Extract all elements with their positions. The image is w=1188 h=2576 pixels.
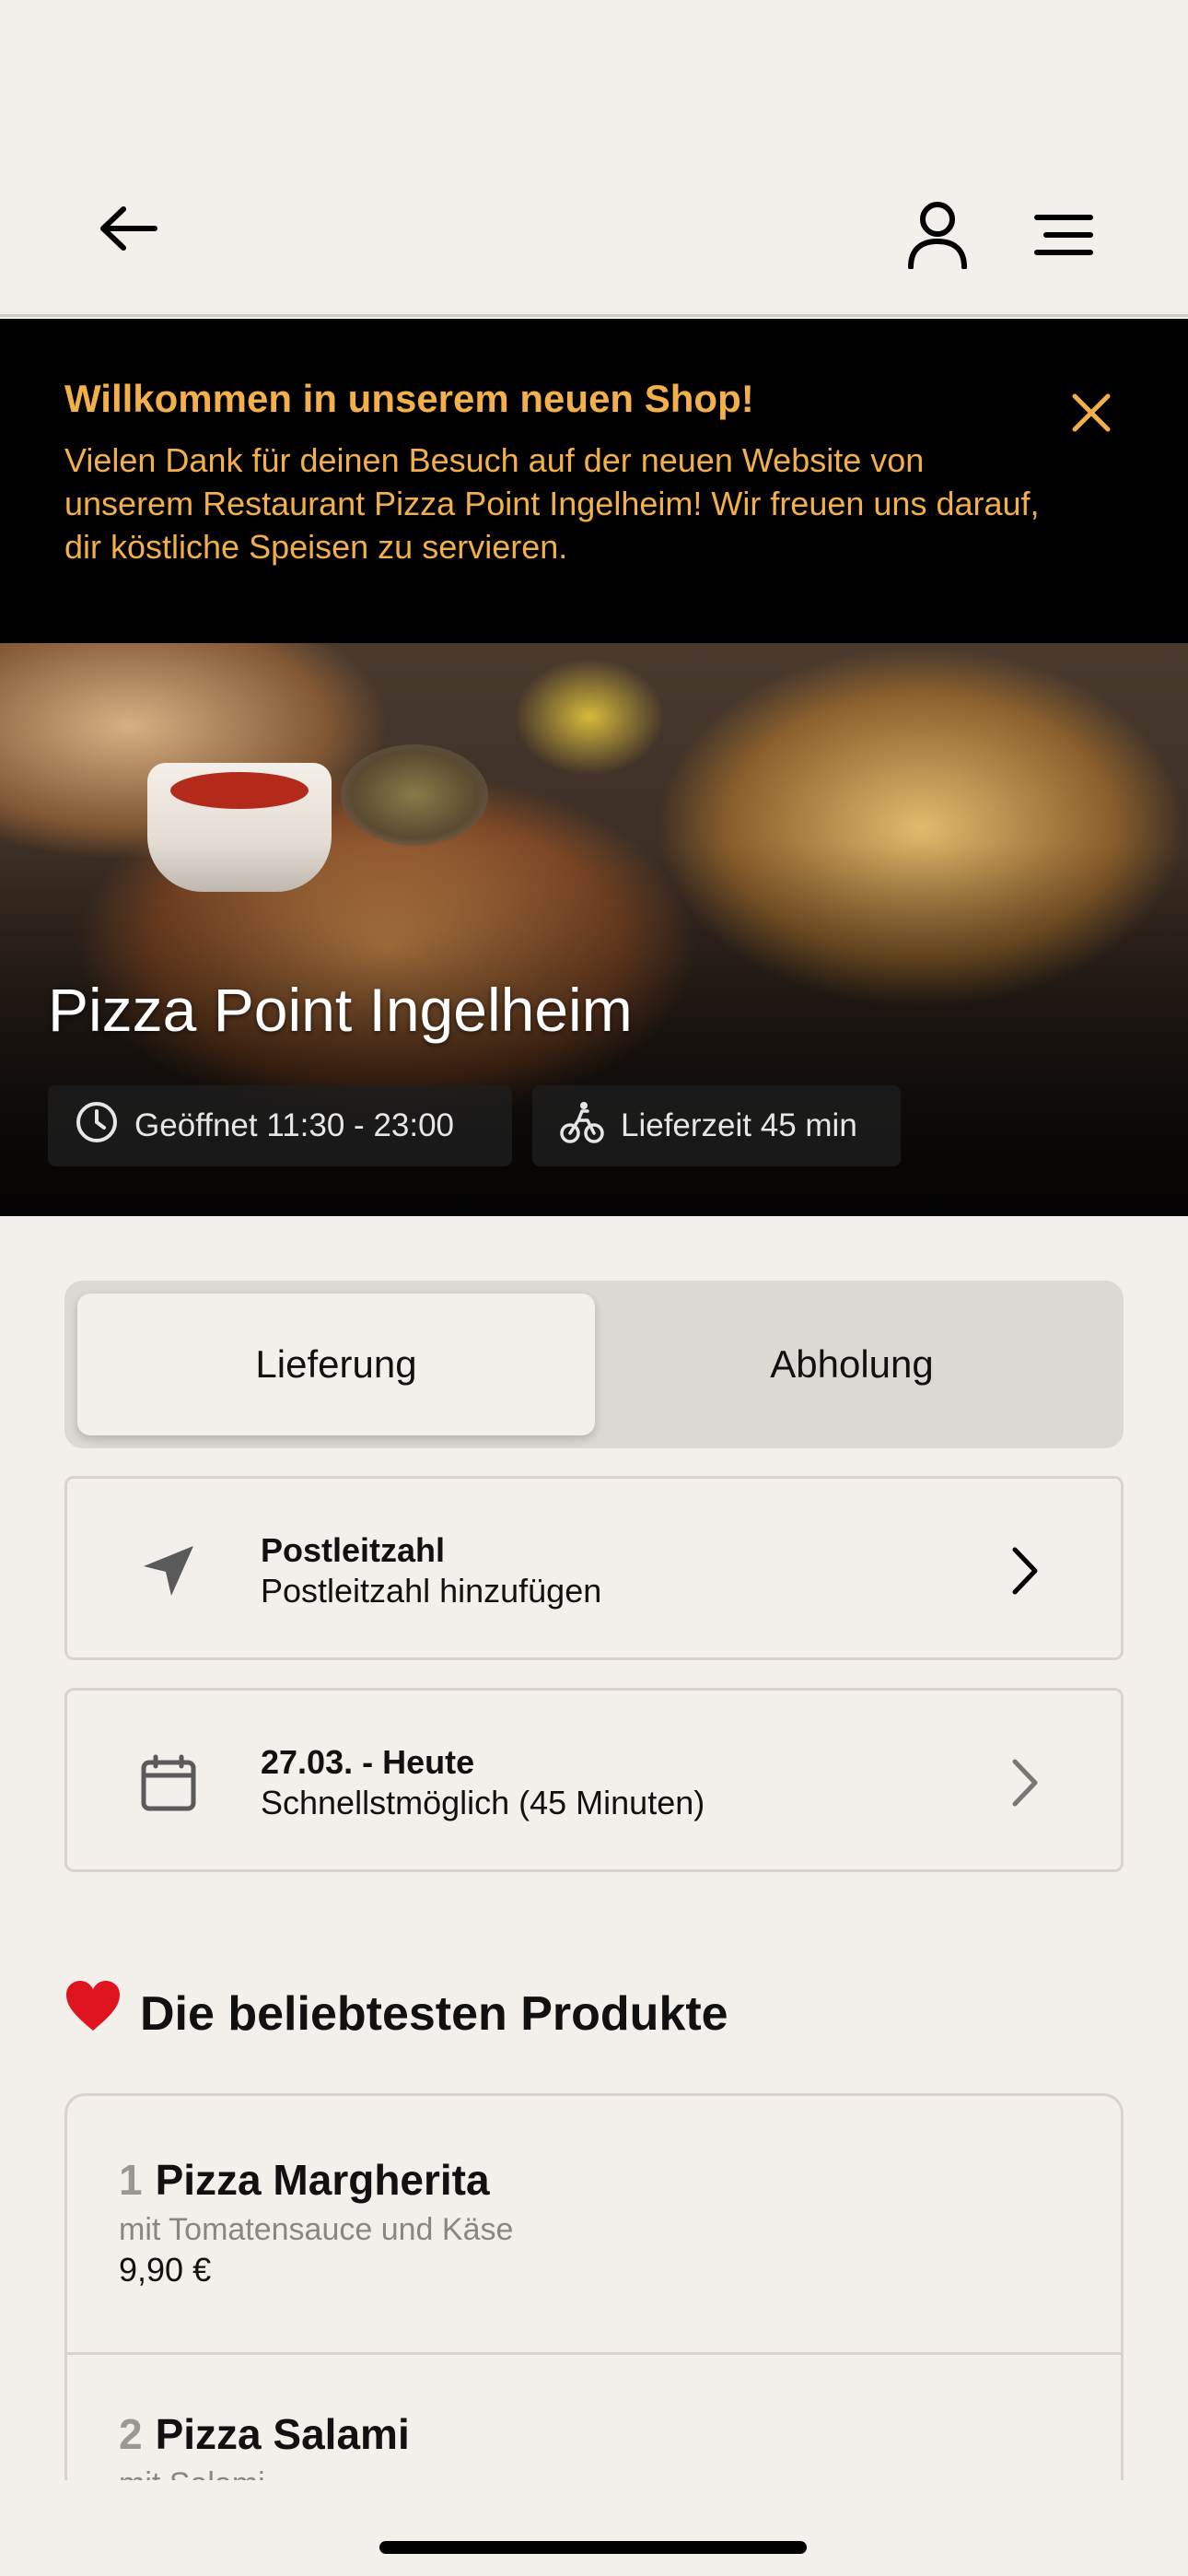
welcome-banner: Willkommen in unserem neuen Shop! Vielen… xyxy=(0,319,1188,643)
opening-hours-text: Geöffnet 11:30 - 23:00 xyxy=(134,1107,455,1143)
arrow-left-icon xyxy=(99,205,158,256)
delivery-time-text: Lieferzeit 45 min xyxy=(621,1107,857,1143)
banner-title: Willkommen in unserem neuen Shop! xyxy=(64,377,754,420)
chevron-right-icon xyxy=(997,1753,1053,1812)
product-name: Pizza Salami xyxy=(155,2410,410,2458)
back-button[interactable] xyxy=(92,193,166,267)
location-arrow-icon xyxy=(134,1536,204,1606)
postal-code-value: Postleitzahl hinzufügen xyxy=(261,1572,602,1610)
product-price: 9,90 € xyxy=(119,2251,212,2289)
order-type-toggle: Lieferung Abholung xyxy=(64,1281,1124,1448)
tab-pickup[interactable]: Abholung xyxy=(593,1294,1111,1435)
bike-icon xyxy=(560,1100,604,1153)
close-icon xyxy=(1071,392,1112,438)
calendar-icon xyxy=(134,1748,204,1818)
postal-code-label: Postleitzahl xyxy=(261,1531,446,1569)
list-item[interactable]: 2 Pizza Salami mit Salami xyxy=(67,2409,1121,2480)
product-rank: 2 xyxy=(119,2410,143,2458)
user-icon xyxy=(907,201,968,274)
restaurant-name: Pizza Point Ingelheim xyxy=(48,976,633,1044)
list-item[interactable]: 1 Pizza Margherita mit Tomatensauce und … xyxy=(67,2155,1121,2291)
account-button[interactable] xyxy=(898,195,976,278)
delivery-time-selector[interactable]: 27.03. - Heute Schnellstmöglich (45 Minu… xyxy=(64,1688,1124,1872)
chevron-right-icon xyxy=(997,1541,1053,1600)
delivery-time-chip: Lieferzeit 45 min xyxy=(532,1085,901,1166)
popular-products-title: Die beliebtesten Produkte xyxy=(140,1987,728,2041)
product-rank: 1 xyxy=(119,2156,143,2204)
schedule-label: 27.03. - Heute xyxy=(261,1743,475,1781)
heart-icon xyxy=(64,1979,122,2049)
popular-products-list: 1 Pizza Margherita mit Tomatensauce und … xyxy=(64,2093,1124,2480)
banner-text: Vielen Dank für deinen Besuch auf der ne… xyxy=(64,441,1040,566)
banner-close-button[interactable] xyxy=(1064,387,1119,442)
product-description: mit Tomatensauce und Käse xyxy=(119,2212,514,2247)
product-description: mit Salami xyxy=(119,2465,1121,2480)
schedule-value: Schnellstmöglich (45 Minuten) xyxy=(261,1784,705,1821)
menu-button[interactable] xyxy=(1027,205,1101,269)
top-header xyxy=(0,0,1188,317)
hamburger-menu-icon xyxy=(1033,214,1094,261)
postal-code-selector[interactable]: Postleitzahl Postleitzahl hinzufügen xyxy=(64,1476,1124,1660)
tab-delivery[interactable]: Lieferung xyxy=(77,1294,595,1435)
clock-icon xyxy=(76,1101,118,1152)
hero-image: Pizza Point Ingelheim Geöffnet 11:30 - 2… xyxy=(0,643,1188,1216)
home-indicator xyxy=(379,2541,807,2554)
divider xyxy=(67,2352,1121,2355)
opening-hours-chip: Geöffnet 11:30 - 23:00 xyxy=(48,1085,512,1166)
product-name: Pizza Margherita xyxy=(155,2156,490,2204)
popular-products-heading: Die beliebtesten Produkte xyxy=(64,1979,728,2049)
